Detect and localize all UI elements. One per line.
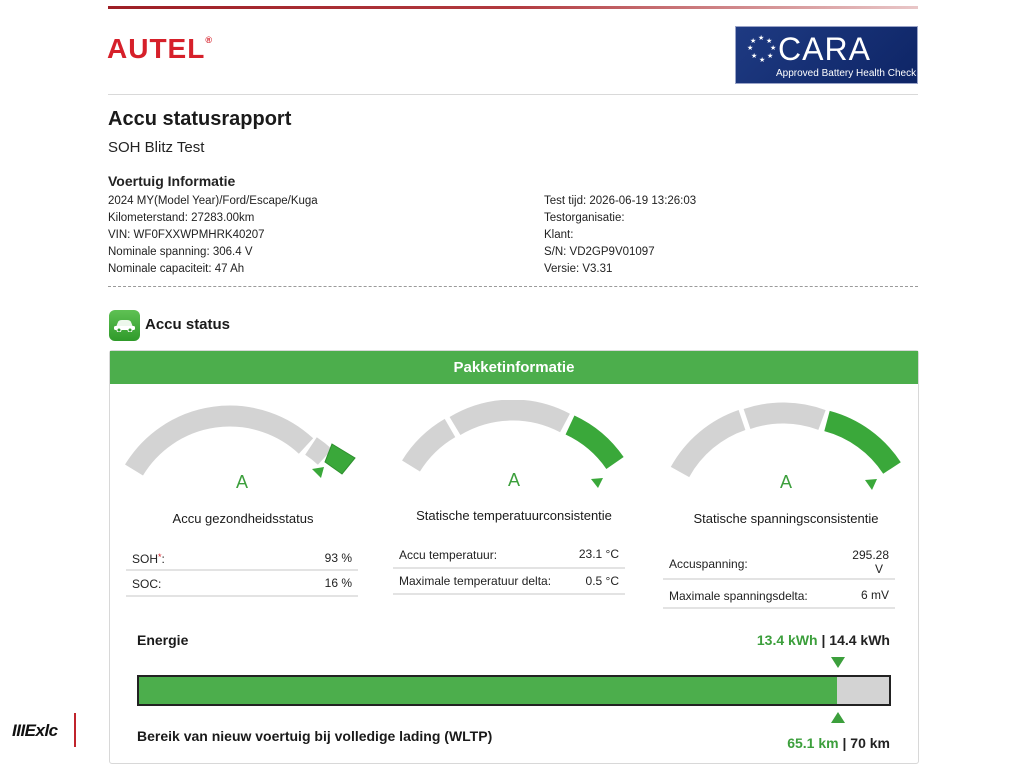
- temperature-values: Accu temperatuur: 23.1 °C Maximale tempe…: [393, 543, 625, 595]
- temperature-grade: A: [507, 470, 520, 490]
- energy-marker-icon: [831, 657, 845, 668]
- model-line: 2024 MY(Model Year)/Ford/Escape/Kuga: [108, 195, 318, 207]
- health-values: SOH*: 93 % SOC: 16 %: [126, 545, 358, 597]
- health-label: Accu gezondheidsstatus: [172, 511, 314, 526]
- nominal-voltage-line: Nominale spanning: 306.4 V: [108, 246, 253, 258]
- battery-car-icon: [109, 310, 140, 341]
- soc-key: SOC:: [132, 577, 162, 591]
- health-grade: A: [235, 472, 248, 492]
- autel-logo: AUTEL®: [107, 33, 213, 64]
- energy-total: 14.4 kWh: [829, 632, 890, 648]
- mileage-line: Kilometerstand: 27283.00km: [108, 212, 255, 224]
- report-subtitle: SOH Blitz Test: [108, 139, 205, 156]
- dashed-divider: [108, 286, 918, 287]
- serial-line: S/N: VD2GP9V01097: [544, 246, 655, 258]
- version-line: Versie: V3.31: [544, 263, 613, 275]
- voltage-grade: A: [779, 472, 792, 492]
- svg-text:★: ★: [767, 52, 773, 60]
- max-temp-delta-value: 0.5 °C: [585, 574, 619, 588]
- test-time-line: Test tijd: 2026-06-19 13:26:03: [544, 195, 697, 207]
- max-voltage-delta-value: 6 mV: [860, 588, 889, 602]
- max-voltage-delta-key: Maximale spanningsdelta:: [669, 589, 808, 603]
- energy-bar-fill: [139, 677, 837, 704]
- temperature-label: Statische temperatuurconsistentie: [416, 508, 612, 523]
- test-org-line: Testorganisatie:: [544, 212, 625, 224]
- energy-current: 13.4 kWh: [756, 632, 818, 648]
- range-total: 70 km: [850, 735, 890, 751]
- cara-subtitle: Approved Battery Health Check: [776, 68, 917, 79]
- svg-text:★: ★: [751, 52, 757, 60]
- soc-value: 16 %: [324, 576, 352, 590]
- range-marker-icon: [831, 712, 845, 723]
- svg-text:★: ★: [758, 34, 764, 42]
- battery-temp-value: 23.1 °C: [578, 547, 619, 561]
- cara-name: CARA: [778, 31, 871, 67]
- customer-line: Klant:: [544, 229, 574, 241]
- divider: [108, 94, 918, 95]
- voltage-label: Statische spanningsconsistentie: [693, 511, 879, 526]
- soh-value: 93 %: [324, 551, 352, 565]
- pack-voltage-value: 295.28 V: [852, 548, 889, 576]
- range-current: 65.1 km: [787, 735, 839, 751]
- vin-line: VIN: WF0FXXWPMHRK40207: [108, 229, 265, 241]
- report-title: Accu statusrapport: [108, 108, 292, 130]
- vehicle-info-left: 2024 MY(Model Year)/Ford/Escape/Kuga Kil…: [108, 193, 318, 278]
- voltage-values: Accuspanning: 295.28 V Maximale spannings…: [663, 545, 895, 609]
- cara-badge: ★ ★ ★ ★ ★ ★ ★ ★ CARA Approved Battery Health …: [735, 26, 918, 84]
- svg-text:★: ★: [747, 44, 753, 52]
- header-rule: [108, 6, 918, 9]
- nominal-capacity-line: Nominale capaciteit: 47 Ah: [108, 263, 245, 275]
- watermark-line: [74, 713, 76, 747]
- svg-text:★: ★: [750, 37, 756, 45]
- svg-text:★: ★: [759, 56, 765, 64]
- energy-label: Energie: [137, 632, 189, 648]
- energy-values: 13.4 kWh | 14.4 kWh: [756, 632, 890, 648]
- battery-status-title: Accu status: [145, 316, 231, 333]
- pack-info-header: Pakketinformatie: [110, 351, 918, 384]
- energy-bar: [137, 675, 891, 706]
- vehicle-info-right: Test tijd: 2026-06-19 13:26:03 Testorgan…: [544, 193, 696, 278]
- pack-voltage-key: Accuspanning:: [669, 557, 748, 571]
- max-temp-delta-key: Maximale temperatuur delta:: [399, 574, 552, 588]
- range-label: Bereik van nieuw voertuig bij volledige …: [137, 728, 493, 744]
- range-values: 65.1 km | 70 km: [787, 735, 890, 751]
- svg-text:★: ★: [770, 44, 776, 52]
- eu-stars-icon: ★ ★★ ★★★ ★★: [747, 34, 776, 64]
- battery-temp-key: Accu temperatuur:: [399, 548, 498, 562]
- watermark: IIIExlc: [12, 721, 58, 740]
- soh-key: SOH*:: [132, 552, 165, 566]
- vehicle-info-title: Voertuig Informatie: [108, 173, 236, 189]
